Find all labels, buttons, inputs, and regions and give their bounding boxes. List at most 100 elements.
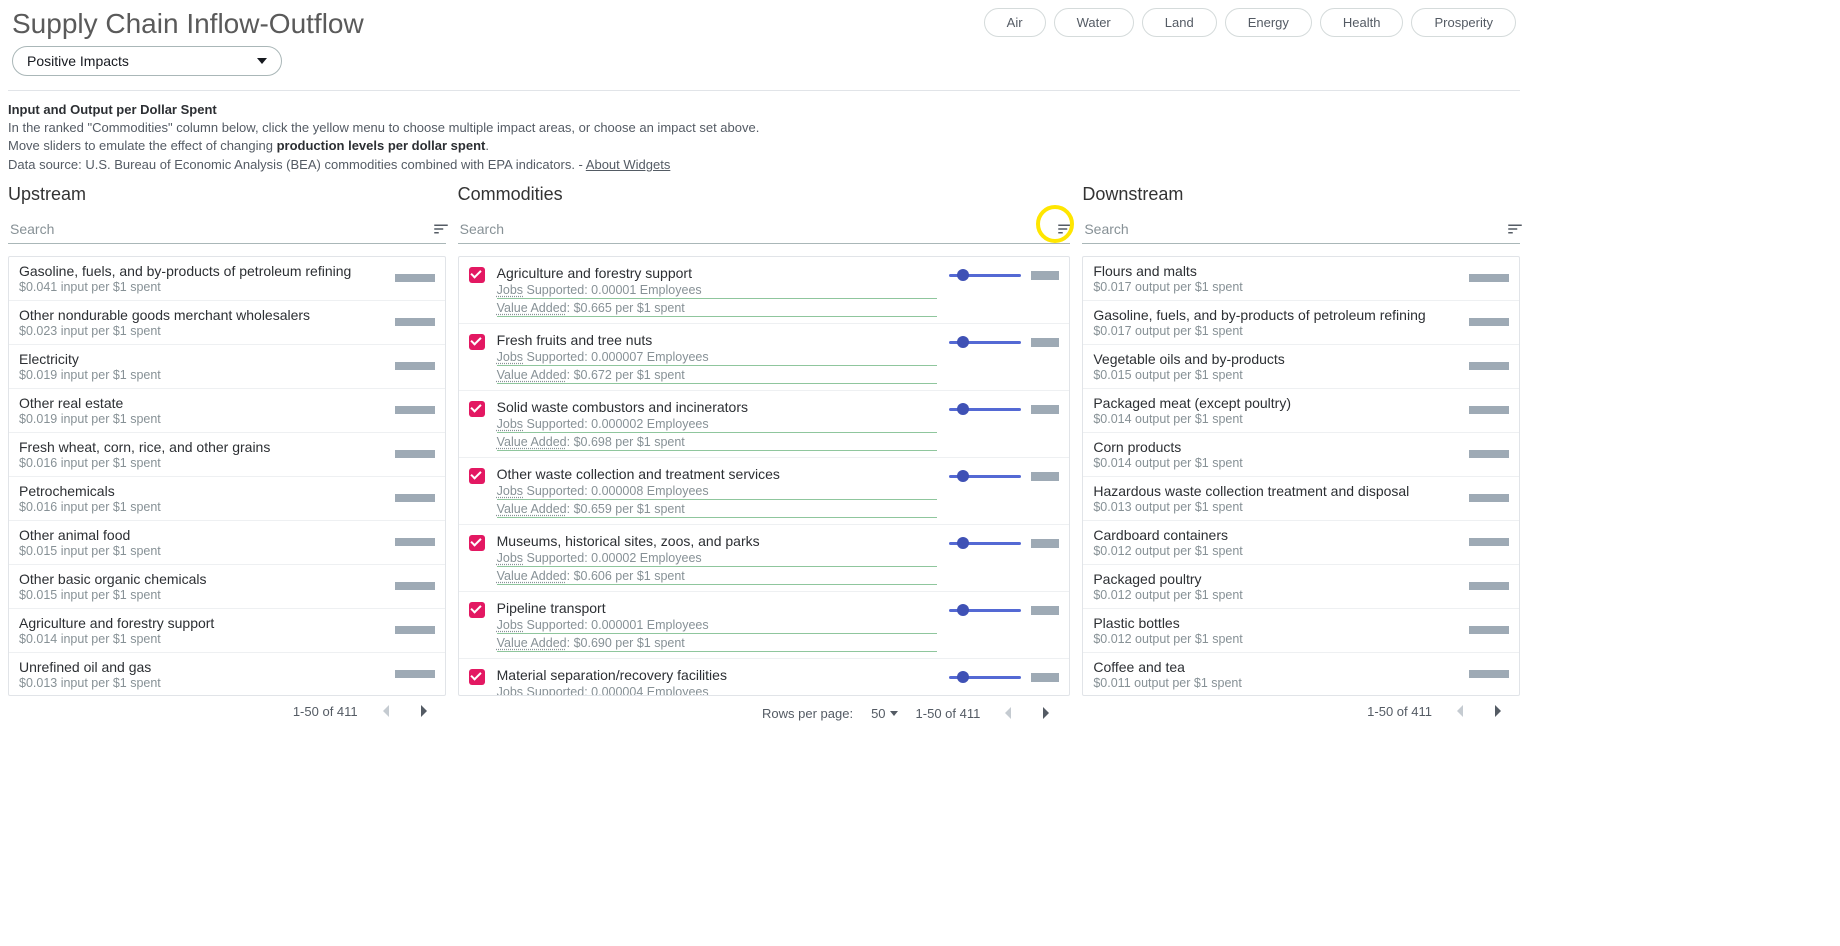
- list-item[interactable]: Packaged meat (except poultry)$0.014 out…: [1083, 389, 1519, 433]
- value-bar: [1469, 406, 1509, 414]
- value-bar: [1031, 405, 1059, 414]
- upstream-pagination: 1-50 of 411: [8, 696, 446, 727]
- value-bar: [395, 362, 435, 370]
- next-page-button[interactable]: [414, 704, 434, 718]
- value-added-metric: Value Added: $0.698 per $1 spent: [497, 435, 938, 451]
- row-checkbox[interactable]: [469, 401, 485, 417]
- row-subtext: $0.019 input per $1 spent: [19, 412, 395, 426]
- row-checkbox[interactable]: [469, 334, 485, 350]
- row-checkbox[interactable]: [469, 267, 485, 283]
- row-checkbox[interactable]: [469, 468, 485, 484]
- row-title: Packaged poultry: [1093, 571, 1469, 587]
- value-bar: [1469, 318, 1509, 326]
- commodity-title: Solid waste combustors and incinerators: [497, 399, 938, 415]
- production-slider[interactable]: [949, 542, 1021, 545]
- commodity-row[interactable]: Other waste collection and treatment ser…: [459, 458, 1070, 525]
- list-item[interactable]: Unrefined oil and gas$0.013 input per $1…: [9, 653, 445, 696]
- row-checkbox[interactable]: [469, 602, 485, 618]
- impact-pill-water[interactable]: Water: [1054, 8, 1134, 37]
- impact-pill-energy[interactable]: Energy: [1225, 8, 1312, 37]
- value-bar: [1031, 673, 1059, 682]
- impact-pill-land[interactable]: Land: [1142, 8, 1217, 37]
- slider-thumb[interactable]: [957, 470, 969, 482]
- rows-per-page-select[interactable]: 50: [871, 706, 897, 721]
- production-slider[interactable]: [949, 274, 1021, 277]
- row-title: Petrochemicals: [19, 483, 395, 499]
- slider-thumb[interactable]: [957, 604, 969, 616]
- list-item[interactable]: Other nondurable goods merchant wholesal…: [9, 301, 445, 345]
- list-item[interactable]: Plastic bottles$0.012 output per $1 spen…: [1083, 609, 1519, 653]
- list-item[interactable]: Cardboard containers$0.012 output per $1…: [1083, 521, 1519, 565]
- value-bar: [395, 538, 435, 546]
- commodity-row[interactable]: Agriculture and forestry supportJobs Sup…: [459, 257, 1070, 324]
- row-title: Corn products: [1093, 439, 1469, 455]
- list-item[interactable]: Corn products$0.014 output per $1 spent: [1083, 433, 1519, 477]
- chevron-down-icon: [890, 711, 898, 716]
- list-item[interactable]: Fresh wheat, corn, rice, and other grain…: [9, 433, 445, 477]
- production-slider[interactable]: [949, 408, 1021, 411]
- list-item[interactable]: Other real estate$0.019 input per $1 spe…: [9, 389, 445, 433]
- row-subtext: $0.012 output per $1 spent: [1093, 588, 1469, 602]
- list-item[interactable]: Packaged poultry$0.012 output per $1 spe…: [1083, 565, 1519, 609]
- row-checkbox[interactable]: [469, 669, 485, 685]
- commodity-row[interactable]: Museums, historical sites, zoos, and par…: [459, 525, 1070, 592]
- upstream-search-input[interactable]: [8, 215, 428, 243]
- list-item[interactable]: Gasoline, fuels, and by-products of petr…: [9, 257, 445, 301]
- impact-pill-prosperity[interactable]: Prosperity: [1411, 8, 1516, 37]
- impact-select-value: Positive Impacts: [27, 53, 129, 69]
- list-item[interactable]: Vegetable oils and by-products$0.015 out…: [1083, 345, 1519, 389]
- sort-icon[interactable]: [428, 216, 446, 242]
- row-subtext: $0.013 output per $1 spent: [1093, 500, 1469, 514]
- impact-type-select[interactable]: Positive Impacts: [12, 46, 282, 76]
- downstream-search-input[interactable]: [1082, 215, 1502, 243]
- prev-page-button[interactable]: [376, 704, 396, 718]
- list-item[interactable]: Coffee and tea$0.011 output per $1 spent: [1083, 653, 1519, 696]
- list-item[interactable]: Petrochemicals$0.016 input per $1 spent: [9, 477, 445, 521]
- list-item[interactable]: Electricity$0.019 input per $1 spent: [9, 345, 445, 389]
- slider-thumb[interactable]: [957, 336, 969, 348]
- slider-thumb[interactable]: [957, 671, 969, 683]
- impact-pill-health[interactable]: Health: [1320, 8, 1404, 37]
- value-bar: [1031, 606, 1059, 615]
- about-widgets-link[interactable]: About Widgets: [586, 157, 671, 172]
- next-page-button[interactable]: [1036, 706, 1056, 720]
- slider-thumb[interactable]: [957, 537, 969, 549]
- prev-page-button[interactable]: [998, 706, 1018, 720]
- commodity-row[interactable]: Material separation/recovery facilitiesJ…: [459, 659, 1070, 696]
- prev-page-button[interactable]: [1450, 704, 1470, 718]
- next-page-button[interactable]: [1488, 704, 1508, 718]
- list-item[interactable]: Other basic organic chemicals$0.015 inpu…: [9, 565, 445, 609]
- row-subtext: $0.014 output per $1 spent: [1093, 412, 1469, 426]
- production-slider[interactable]: [949, 676, 1021, 679]
- value-bar: [395, 494, 435, 502]
- list-item[interactable]: Other animal food$0.015 input per $1 spe…: [9, 521, 445, 565]
- commodity-row[interactable]: Solid waste combustors and incineratorsJ…: [459, 391, 1070, 458]
- row-checkbox[interactable]: [469, 535, 485, 551]
- commodity-title: Other waste collection and treatment ser…: [497, 466, 938, 482]
- value-bar: [395, 670, 435, 678]
- list-item[interactable]: Gasoline, fuels, and by-products of petr…: [1083, 301, 1519, 345]
- value-bar: [1469, 538, 1509, 546]
- commodities-list[interactable]: Agriculture and forestry supportJobs Sup…: [458, 256, 1071, 696]
- list-item[interactable]: Flours and malts$0.017 output per $1 spe…: [1083, 257, 1519, 301]
- commodities-search-input[interactable]: [458, 215, 1053, 243]
- list-item[interactable]: Agriculture and forestry support$0.014 i…: [9, 609, 445, 653]
- jobs-metric: Jobs Supported: 0.00001 Employees: [497, 283, 938, 299]
- sort-icon[interactable]: [1052, 216, 1070, 242]
- list-item[interactable]: Hazardous waste collection treatment and…: [1083, 477, 1519, 521]
- production-slider[interactable]: [949, 475, 1021, 478]
- impact-pill-air[interactable]: Air: [984, 8, 1046, 37]
- sort-icon[interactable]: [1502, 216, 1520, 242]
- value-bar: [395, 582, 435, 590]
- commodity-row[interactable]: Pipeline transportJobs Supported: 0.0000…: [459, 592, 1070, 659]
- value-bar: [395, 406, 435, 414]
- upstream-list[interactable]: Gasoline, fuels, and by-products of petr…: [8, 256, 446, 696]
- production-slider[interactable]: [949, 609, 1021, 612]
- upstream-search-row: [8, 215, 446, 244]
- commodity-row[interactable]: Fresh fruits and tree nutsJobs Supported…: [459, 324, 1070, 391]
- production-slider[interactable]: [949, 341, 1021, 344]
- slider-thumb[interactable]: [957, 403, 969, 415]
- downstream-list[interactable]: Flours and malts$0.017 output per $1 spe…: [1082, 256, 1520, 696]
- slider-thumb[interactable]: [957, 269, 969, 281]
- value-bar: [395, 274, 435, 282]
